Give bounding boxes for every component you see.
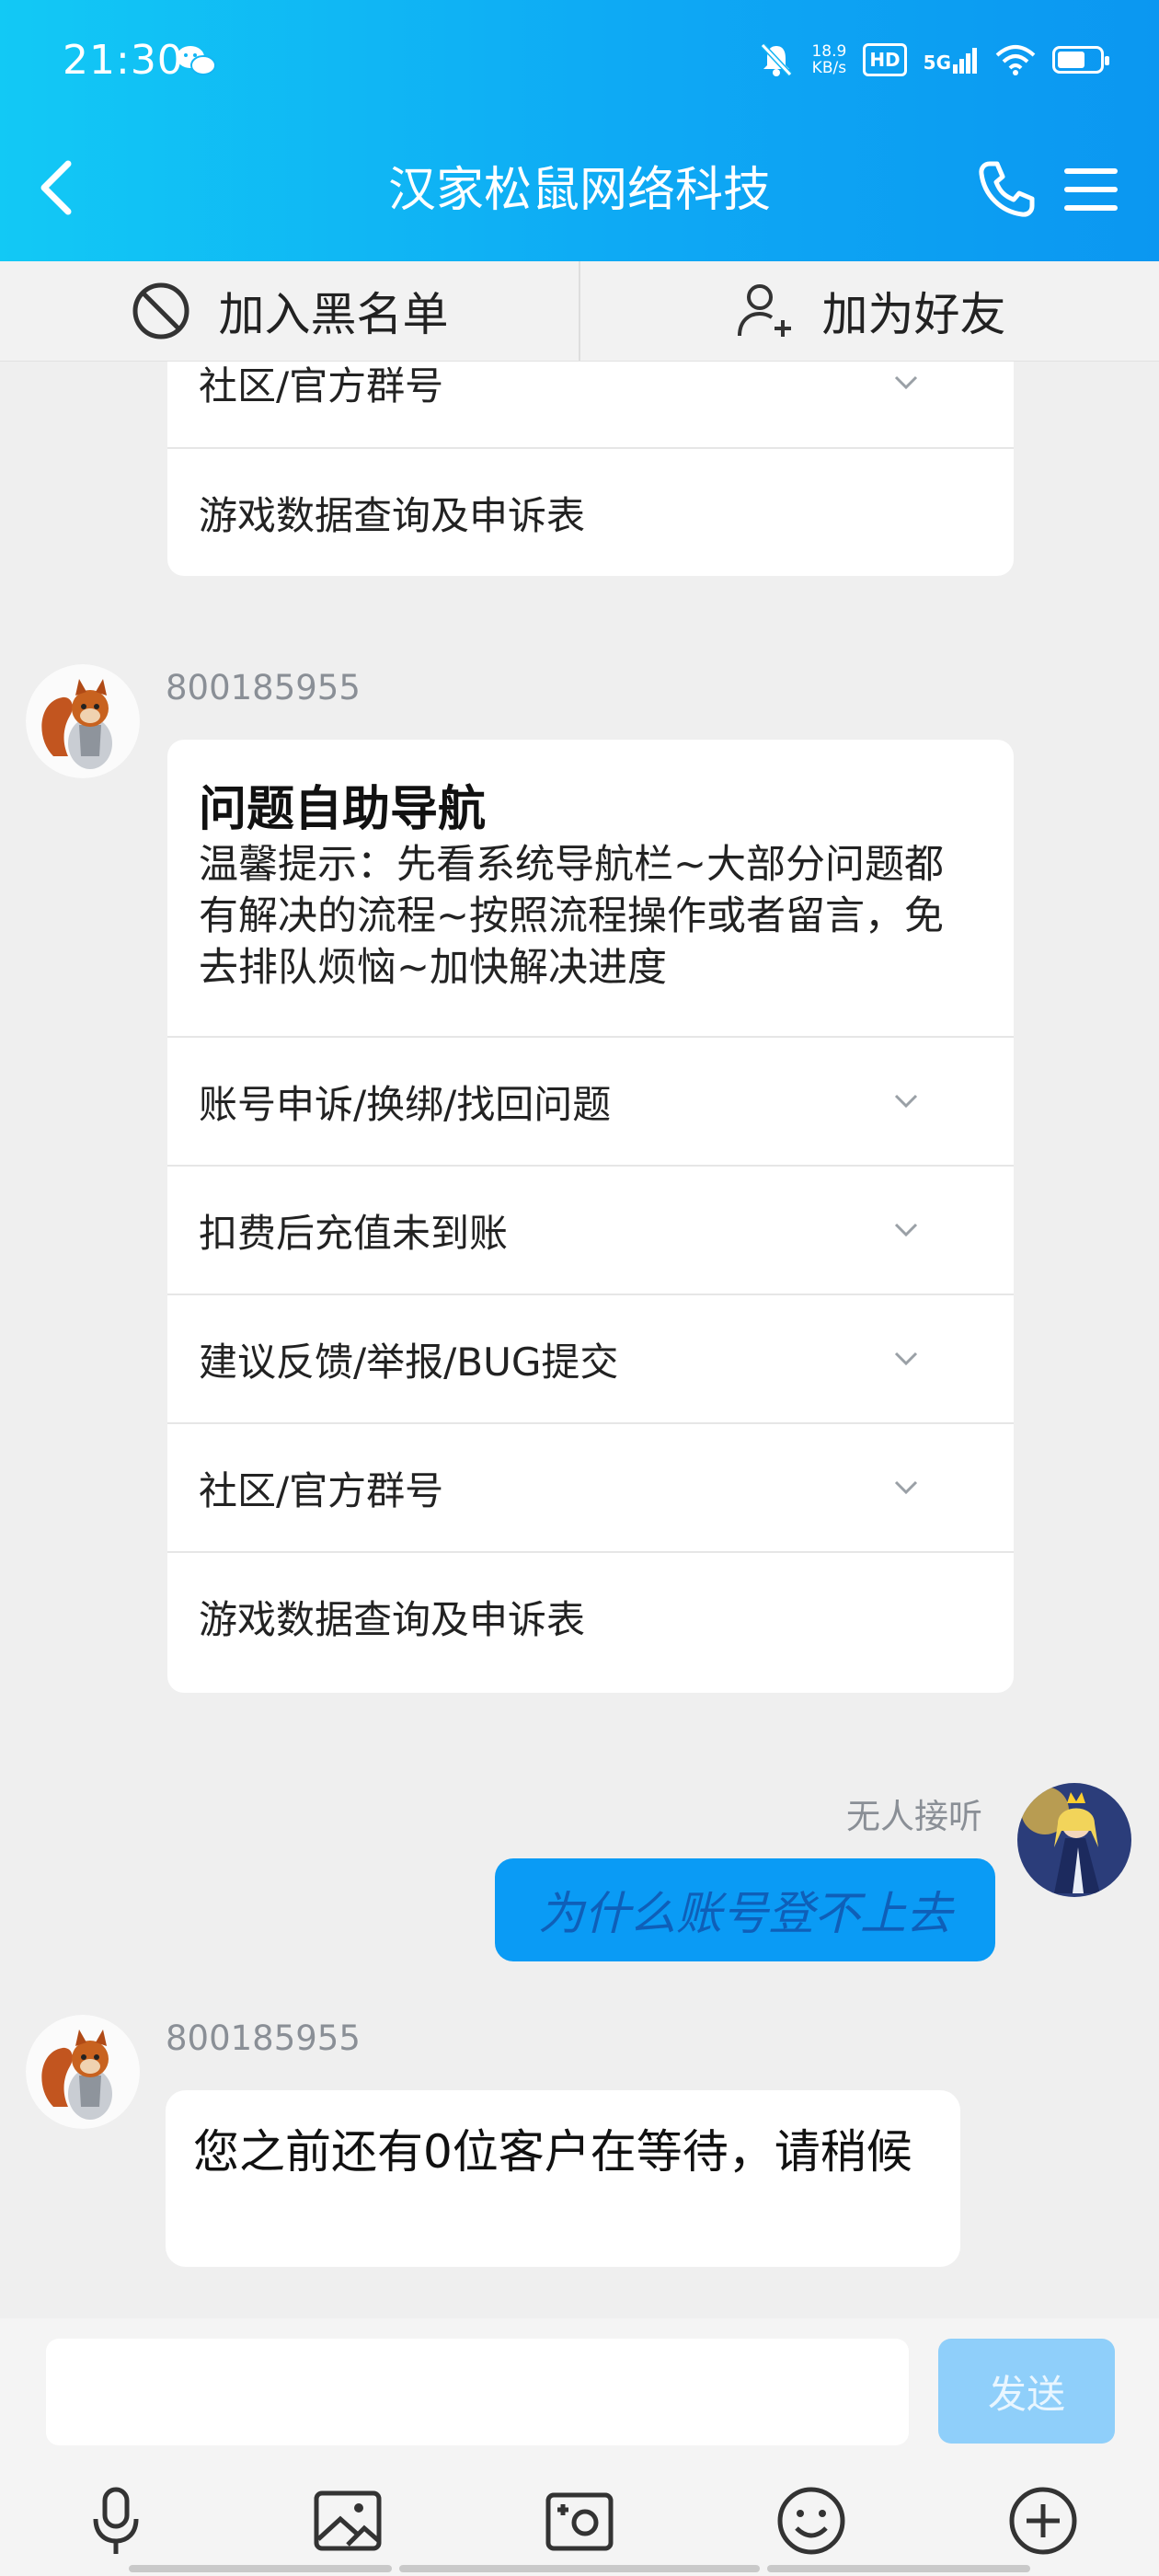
contact-action-bar: 加入黑名单 加为好友 — [0, 261, 1159, 362]
toolbar-indicator — [767, 2565, 1030, 2572]
signal-bars-icon — [953, 48, 977, 74]
add-to-blacklist-button[interactable]: 加入黑名单 — [0, 261, 579, 361]
user-avatar[interactable] — [1017, 1783, 1131, 1897]
add-friend-button[interactable]: 加为好友 — [579, 261, 1159, 361]
chevron-down-icon — [894, 375, 918, 390]
image-icon[interactable] — [309, 2482, 386, 2559]
phone-call-button[interactable] — [973, 156, 1039, 223]
chevron-down-icon — [894, 1094, 918, 1109]
bot-message-bubble[interactable]: 您之前还有0位客户在等待，请稍候 — [166, 2090, 960, 2267]
app-header: 21:30 18.9 KB/s HD 5G 汉家松鼠网络科技 — [0, 0, 1159, 261]
chevron-down-icon — [894, 1351, 918, 1366]
list-item[interactable]: 账号申诉/换绑/找回问题 — [167, 1036, 1014, 1165]
signal-icon: 5G — [924, 46, 979, 74]
hd-badge: HD — [863, 43, 907, 76]
list-item[interactable]: 扣费后充值未到账 — [167, 1165, 1014, 1294]
net-speed: 18.9 KB/s — [811, 43, 846, 76]
self-service-nav-card: 问题自助导航 温馨提示：先看系统导航栏~大部分问题都有解决的流程~按照流程操作或… — [167, 740, 1014, 1693]
bot-avatar[interactable] — [26, 664, 140, 778]
microphone-icon[interactable] — [77, 2482, 155, 2559]
mute-bell-icon — [761, 42, 793, 77]
nav-item-label: 游戏数据查询及申诉表 — [199, 492, 586, 538]
nav-item-label: 社区/官方群号 — [199, 1467, 444, 1513]
status-icons: 18.9 KB/s HD 5G — [758, 37, 1109, 83]
chevron-down-icon — [894, 1223, 918, 1237]
list-item[interactable]: 社区/官方群号 — [167, 1422, 1014, 1551]
bot-avatar[interactable] — [26, 2015, 140, 2129]
status-time: 21:30 — [63, 37, 184, 84]
user-message-bubble[interactable]: 为什么账号登不上去 — [495, 1858, 995, 1961]
user-message-text: 为什么账号登不上去 — [538, 1887, 952, 1940]
add-user-icon — [737, 284, 791, 337]
nav-item-label: 扣费后充值未到账 — [199, 1210, 509, 1256]
wifi-icon — [995, 45, 1036, 75]
input-bar: 发送 — [0, 2318, 1159, 2576]
toolbar-indicator — [399, 2565, 760, 2572]
chevron-down-icon — [894, 1480, 918, 1495]
nav-item-label: 建议反馈/举报/BUG提交 — [199, 1339, 619, 1385]
camera-icon[interactable] — [541, 2482, 618, 2559]
list-item[interactable]: 建议反馈/举报/BUG提交 — [167, 1294, 1014, 1422]
nav-item-label: 游戏数据查询及申诉表 — [199, 1596, 586, 1642]
sender-id: 800185955 — [166, 2018, 361, 2058]
add-friend-label: 加为好友 — [821, 288, 1006, 341]
menu-button[interactable] — [1063, 164, 1119, 215]
message-input[interactable] — [46, 2339, 909, 2445]
net-speed-value: 18.9 — [811, 42, 847, 61]
wechat-icon — [177, 46, 216, 75]
toolbar-indicator — [129, 2565, 392, 2572]
bot-message-text: 您之前还有0位客户在等待，请稍候 — [193, 2125, 912, 2179]
list-item[interactable]: 游戏数据查询及申诉表 — [167, 447, 1014, 576]
blacklist-label: 加入黑名单 — [218, 288, 449, 341]
card-tip-text: 温馨提示：先看系统导航栏~大部分问题都有解决的流程~按照流程操作或者留言，免去排… — [199, 842, 945, 991]
emoji-icon[interactable] — [773, 2482, 850, 2559]
call-status: 无人接听 — [846, 1797, 982, 1836]
block-icon — [132, 282, 189, 339]
nav-item-label: 账号申诉/换绑/找回问题 — [199, 1081, 612, 1127]
net-speed-unit: KB/s — [811, 59, 847, 77]
list-item[interactable]: 游戏数据查询及申诉表 — [167, 1551, 1014, 1680]
plus-icon[interactable] — [1004, 2482, 1082, 2559]
sender-id: 800185955 — [166, 668, 361, 707]
nav-item-label: 社区/官方群号 — [199, 362, 444, 408]
battery-fill — [1058, 52, 1084, 68]
network-type: 5G — [923, 52, 951, 74]
card-header: 问题自助导航 温馨提示：先看系统导航栏~大部分问题都有解决的流程~按照流程操作或… — [167, 740, 1014, 1036]
anime-avatar-icon — [1017, 1783, 1131, 1897]
card-title: 问题自助导航 — [199, 782, 487, 837]
squirrel-avatar-icon — [26, 664, 140, 778]
squirrel-avatar-icon — [26, 2015, 140, 2129]
send-button[interactable]: 发送 — [938, 2339, 1115, 2444]
battery-icon — [1052, 46, 1109, 74]
